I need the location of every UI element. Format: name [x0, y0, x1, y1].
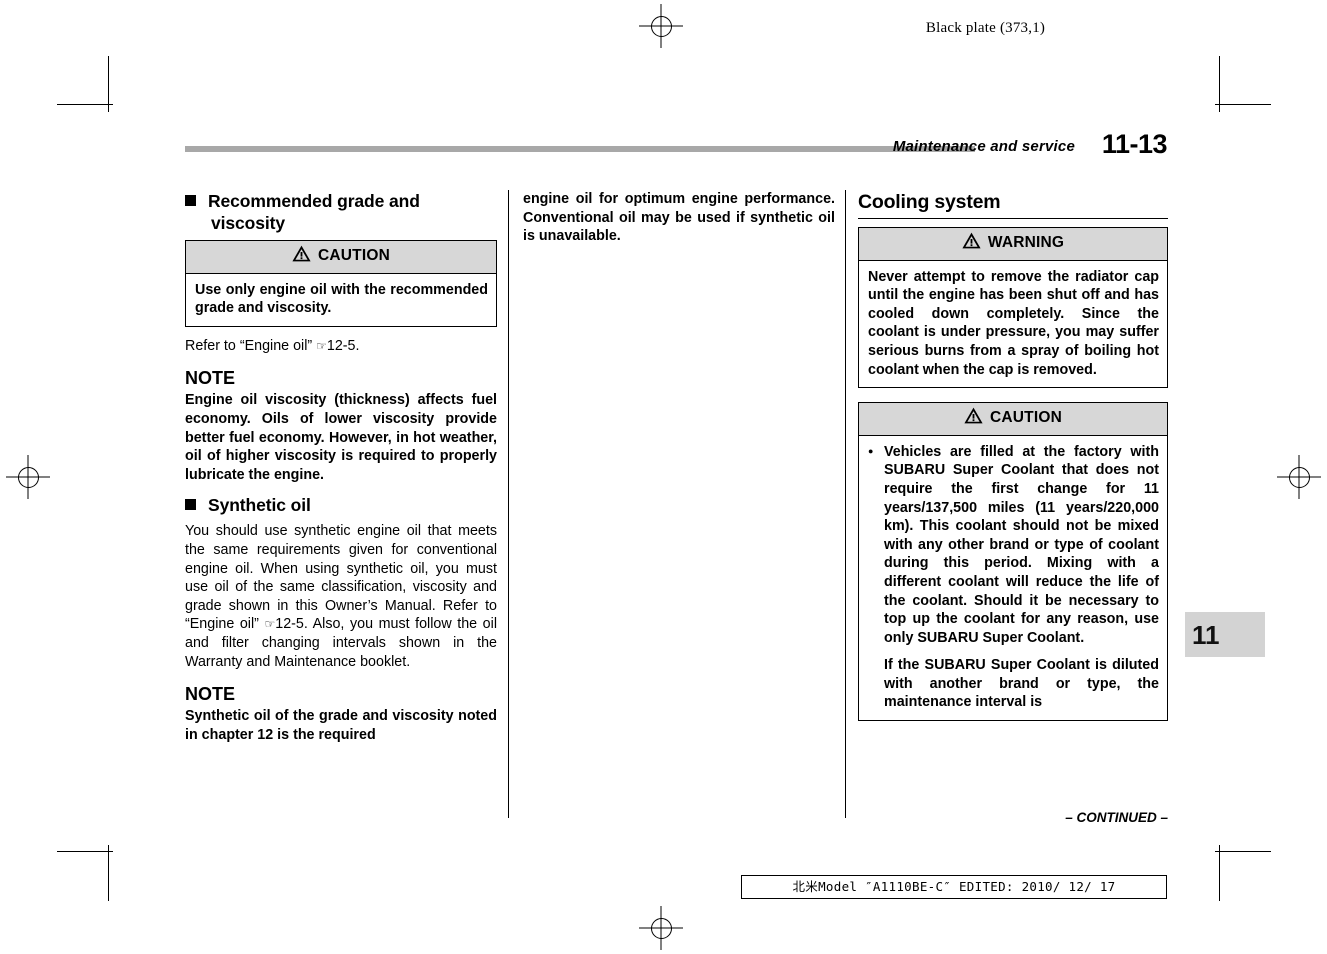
chapter-rule — [185, 146, 975, 152]
crop-mark-top-left-horizontal — [57, 104, 113, 105]
note-body-2: Synthetic oil of the grade and viscosity… — [185, 708, 497, 743]
note-body-1: Engine oil viscosity (thickness) affects… — [185, 392, 497, 483]
column-2: engine oil for optimum engine performanc… — [523, 190, 835, 256]
crop-mark-bottom-right-horizontal — [1215, 851, 1271, 852]
continued-label: – CONTINUED – — [1065, 810, 1168, 825]
square-bullet-icon-2 — [185, 499, 196, 511]
column-1: Recommended grade and viscosity CAUTION … — [185, 190, 497, 754]
caution-box-engine-oil: CAUTION Use only engine oil with the rec… — [185, 240, 497, 327]
page-number: 11-13 — [1101, 129, 1168, 159]
note-label-1: NOTE — [185, 368, 236, 389]
caution-coolant-paragraph-2: If the SUBARU Super Coolant is diluted w… — [884, 657, 1159, 711]
warning-triangle-icon-3 — [964, 407, 983, 430]
synthetic-oil-paragraph: You should use synthetic engine oil that… — [185, 522, 497, 671]
registration-circle-bottom — [650, 917, 672, 939]
registration-circle-right — [1288, 466, 1310, 488]
note-label-2: NOTE — [185, 684, 236, 705]
crop-mark-bottom-left-horizontal — [57, 851, 113, 852]
warning-triangle-icon — [292, 245, 311, 268]
black-plate-text: Black plate (373,1) — [925, 20, 1046, 36]
warning-box-body: Never attempt to remove the radiator cap… — [859, 261, 1167, 388]
chapter-header: Maintenance and service 11-13 — [185, 129, 1168, 164]
refer-page: 12-5. — [326, 337, 360, 354]
heading-synthetic-oil: Synthetic oil — [185, 494, 497, 516]
refer-text: Refer to “Engine oil” — [185, 337, 317, 354]
pointing-hand-icon-2: ☞ — [264, 617, 276, 632]
side-tab-number: 11 — [1192, 620, 1220, 650]
crop-mark-top-right-horizontal — [1215, 104, 1271, 105]
square-bullet-icon — [185, 195, 196, 206]
registration-circle-left — [17, 466, 39, 488]
caution-box-coolant: CAUTION Vehicles are filled at the facto… — [858, 402, 1168, 722]
caution-bullet-item: Vehicles are filled at the factory with … — [868, 442, 1159, 648]
crop-mark-bottom-right-vertical — [1219, 845, 1220, 901]
column-divider-1 — [508, 190, 509, 818]
refer-engine-oil-line: Refer to “Engine oil” ☞12-5. — [185, 337, 497, 356]
chapter-title: Maintenance and service — [892, 138, 1075, 155]
registration-mark-bottom — [639, 906, 683, 950]
warning-triangle-icon-2 — [962, 232, 981, 255]
caution-label-2: CAUTION — [989, 409, 1062, 427]
warning-label: WARNING — [987, 234, 1065, 251]
caution-box-coolant-header: CAUTION — [859, 403, 1167, 436]
warning-box-header: WARNING — [859, 228, 1167, 261]
heading-synthetic-oil-text: Synthetic oil — [208, 495, 311, 516]
caution-label: CAUTION — [317, 247, 390, 264]
caution-box-header: CAUTION — [186, 241, 496, 274]
heading-recommended-grade-text: Recommended grade and viscosity — [208, 191, 420, 233]
caution-text: Use only engine oil with the recommended… — [195, 281, 488, 317]
registration-mark-right — [1277, 455, 1321, 499]
footer-edition-box: 北米Model ″A1110BE-C″ EDITED: 2010/ 12/ 17 — [741, 875, 1167, 899]
caution-bullet-list: Vehicles are filled at the factory with … — [868, 442, 1159, 648]
column-divider-2 — [845, 190, 846, 818]
caution-box-coolant-body: Vehicles are filled at the factory with … — [859, 436, 1167, 720]
crop-mark-bottom-left-vertical — [108, 845, 109, 901]
warning-text: Never attempt to remove the radiator cap… — [868, 268, 1159, 378]
heading-recommended-grade: Recommended grade and viscosity — [185, 190, 497, 234]
heading-cooling-system: Cooling system — [858, 190, 1168, 219]
pointing-hand-icon: ☞ — [316, 338, 327, 353]
black-plate-label: Black plate (373,1) — [0, 20, 1327, 37]
note-body-2-continued: engine oil for optimum engine performanc… — [523, 191, 835, 245]
warning-box-radiator-cap: WARNING Never attempt to remove the radi… — [858, 227, 1168, 389]
column-3: Cooling system WARNING Never attempt to … — [858, 190, 1168, 731]
caution-box-body: Use only engine oil with the recommended… — [186, 274, 496, 326]
registration-mark-left — [6, 455, 50, 499]
